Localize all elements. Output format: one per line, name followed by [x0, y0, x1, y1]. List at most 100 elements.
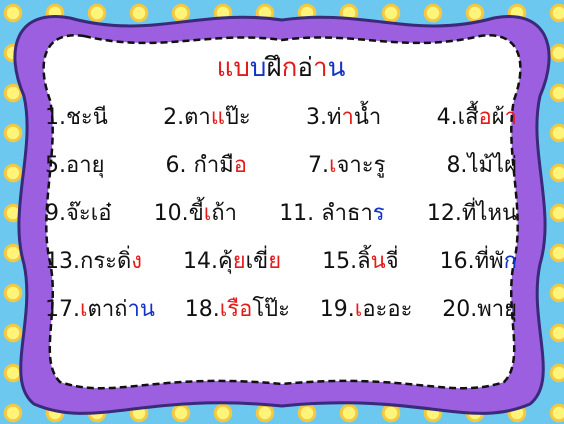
word-segment: ร [372, 201, 385, 226]
word-segment: จี่ [385, 249, 399, 274]
word-item: 16.ที่พัก [440, 238, 517, 286]
worksheet-card: แบบฝึกอ่าน 1.ชะนี 2.ตาแป๊ะ 3.ท่าน้ำ 4.เสื้อ… [40, 36, 522, 388]
word-segment: ลำ [321, 201, 348, 226]
word-item: 15.ลิ้นจี่ [322, 238, 398, 286]
word-row: 17.เตาถ่าน 18.เรือโป๊ะ 19.เอะอะ 20.พายุ [45, 286, 517, 334]
word-row: 13.กระดิ่ง 14.คุ้ยเขี่ย 15.ลิ้นจี่ 16.ที่พั… [45, 238, 517, 286]
word-segment: เ [80, 297, 88, 322]
word-number: 14. [183, 249, 219, 274]
word-segment: แ [210, 105, 225, 130]
title-segment: บ [249, 53, 267, 83]
word-segment: เรือ [219, 297, 253, 322]
word-segment: าน [127, 297, 155, 322]
word-item: 2.ตาแป๊ะ [163, 94, 251, 142]
word-segment: นี [92, 105, 108, 130]
word-segment: อ [478, 105, 492, 130]
title-segment: ฝึ [266, 53, 282, 83]
word-segment: จาะ [336, 153, 374, 178]
word-segment: รู [373, 153, 386, 178]
word-segment: คุ้ [218, 249, 233, 274]
word-row: 5.อายุ 6. กำมือ 7.เจาะรู 8.ไม้ไผ่ [45, 142, 517, 190]
word-number: 19. [319, 297, 355, 322]
word-item: 1.ชะนี [45, 94, 108, 142]
word-segment: ตา [87, 297, 115, 322]
word-row: 9.จ๊ะเอ๋ 10.ขี้เถ้า 11. ลำธาร 12.ที่ไหน [45, 190, 517, 238]
word-number: 20. [442, 297, 478, 322]
word-number: 9. [45, 201, 66, 226]
word-segment: เสื้ [457, 105, 479, 130]
word-segment: ที่ [461, 201, 477, 226]
word-number: 10. [153, 201, 189, 226]
word-segment: ที่ [474, 249, 490, 274]
word-segment: า [341, 105, 354, 130]
word-number: 6. [165, 153, 194, 178]
word-segment: กำ [193, 153, 220, 178]
word-segment: ถ่ [114, 297, 128, 322]
word-item: 19.เอะอะ [320, 286, 413, 334]
word-segment: ถ้า [211, 201, 237, 226]
word-item: 18.เรือโป๊ะ [185, 286, 290, 334]
word-number: 11. [279, 201, 322, 226]
word-number: 8. [446, 153, 468, 178]
word-segment: ป๊ะ [224, 105, 251, 130]
word-segment: ยุ [91, 153, 105, 178]
word-segment: ไผ่ [493, 153, 517, 178]
word-segment: ท่ [327, 105, 342, 130]
word-number: 2. [163, 105, 185, 130]
title-segment: า [313, 53, 328, 83]
word-item: 17.เตาถ่าน [45, 286, 155, 334]
word-number: 16. [439, 249, 475, 274]
word-segment: พั [489, 249, 504, 274]
word-list: 1.ชะนี 2.ตาแป๊ะ 3.ท่าน้ำ 4.เสื้อผ้า 5.อายุ 6.… [45, 94, 517, 334]
word-number: 15. [322, 249, 358, 274]
title-segment: ก [281, 53, 298, 83]
word-number: 18. [184, 297, 220, 322]
word-segment: จ๊ะ [66, 201, 91, 226]
word-segment: ย [232, 249, 246, 274]
word-segment: อะอะ [362, 297, 413, 322]
word-item: 5.อายุ [45, 142, 104, 190]
word-item: 3.ท่าน้ำ [306, 94, 381, 142]
word-item: 4.เสื้อผ้า [437, 94, 517, 142]
word-number: 1. [45, 105, 66, 130]
word-segment: อ [233, 153, 247, 178]
word-segment: ย [268, 249, 282, 274]
word-item: 13.กระดิ่ง [45, 238, 142, 286]
word-item: 9.จ๊ะเอ๋ [45, 190, 111, 238]
word-segment: ธา [347, 201, 373, 226]
word-number: 13. [45, 249, 80, 274]
word-segment: น้ำ [353, 105, 382, 130]
word-number: 7. [307, 153, 329, 178]
title-segment: อ่ [297, 53, 313, 83]
word-item: 8.ไม้ไผ่ [446, 142, 517, 190]
word-segment: พา [477, 297, 505, 322]
word-segment: น [370, 249, 386, 274]
word-segment: เขี่ [245, 249, 269, 274]
word-segment: โป๊ะ [252, 297, 290, 322]
word-item: 11. ลำธาร [279, 190, 384, 238]
word-segment: ไหน [476, 201, 517, 226]
word-segment: ก [503, 249, 517, 274]
word-number: 3. [306, 105, 327, 130]
title-segment: น [327, 53, 346, 83]
word-item: 7.เจาะรู [308, 142, 385, 190]
title-segment: แบ [216, 53, 250, 83]
word-segment: ยุ [504, 297, 517, 322]
word-number: 5. [45, 153, 66, 178]
word-number: 4. [436, 105, 458, 130]
word-segment: ดิ่ [116, 249, 132, 274]
word-segment: มื [219, 153, 234, 178]
word-segment: เ [328, 153, 337, 178]
word-segment: เอ๋ [90, 201, 112, 226]
word-segment: อา [66, 153, 92, 178]
word-segment: า [504, 105, 517, 130]
word-item: 20.พายุ [442, 286, 517, 334]
word-segment: ขี้ [188, 201, 204, 226]
word-segment: ตา [184, 105, 211, 130]
page-title: แบบฝึกอ่าน [217, 50, 346, 86]
word-segment: ชะ [66, 105, 93, 130]
word-item: 14.คุ้ยเขี่ย [183, 238, 281, 286]
word-segment: ไม้ [467, 153, 494, 178]
word-segment: ง [131, 249, 142, 274]
word-segment: ผ้ [491, 105, 505, 130]
